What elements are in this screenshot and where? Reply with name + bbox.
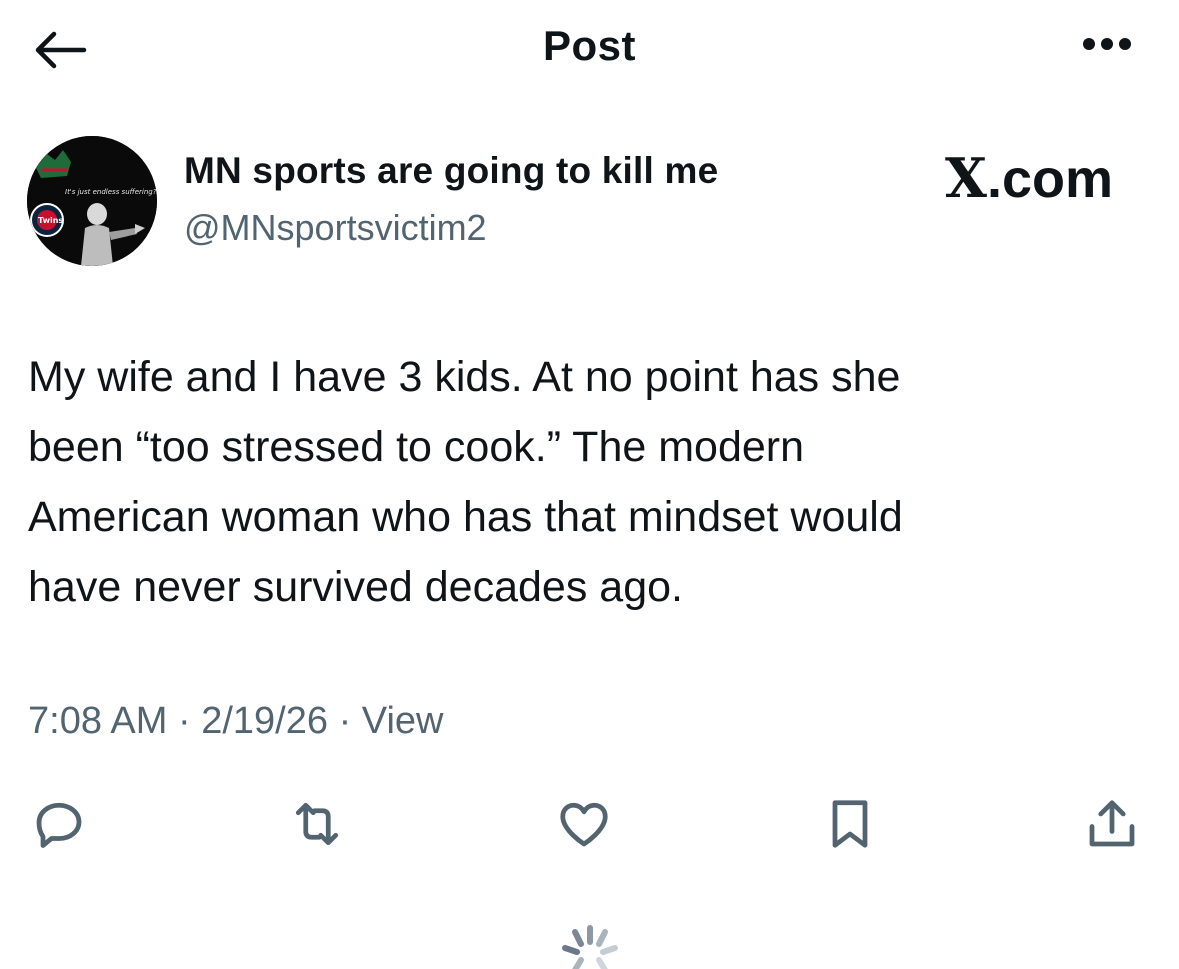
meta-separator: · [177,700,191,742]
svg-text:Twins: Twins [38,216,63,225]
brand-suffix: .com [986,149,1113,209]
author-handle[interactable]: @MNsportsvictim2 [184,207,487,249]
page-title: Post [542,22,636,69]
svg-text:It's just endless suffering?: It's just endless suffering? [65,188,157,196]
reply-button[interactable] [27,792,91,856]
like-button[interactable] [552,792,616,856]
more-horizontal-icon [1083,38,1095,50]
post-time[interactable]: 7:08 AM [28,700,167,742]
more-button[interactable] [1083,38,1131,50]
share-icon [1089,800,1135,847]
bookmark-icon [832,800,868,848]
meta-separator: · [338,700,352,742]
bookmark-button[interactable] [818,792,882,856]
tweet-text: My wife and I have 3 kids. At no point h… [28,353,903,611]
avatar[interactable]: It's just endless suffering? Twins [27,136,157,266]
author-display-name[interactable]: MN sports are going to kill me [184,150,718,192]
post-meta: 7:08 AM · 2/19/26 · View [28,700,443,743]
reply-icon [36,802,82,848]
repost-button[interactable] [285,792,349,856]
avatar-image: It's just endless suffering? Twins [27,136,157,266]
x-com-watermark: X.com [945,146,1113,210]
share-button[interactable] [1080,792,1144,856]
post-page: Post It's just endless suffering? Twins … [0,0,1179,969]
post-date[interactable]: 2/19/26 [201,700,328,742]
repost-icon [295,802,339,846]
like-icon [560,802,608,847]
loading-spinner-icon [562,925,618,969]
x-logo: X [945,146,987,210]
view-label[interactable]: View [362,700,444,742]
